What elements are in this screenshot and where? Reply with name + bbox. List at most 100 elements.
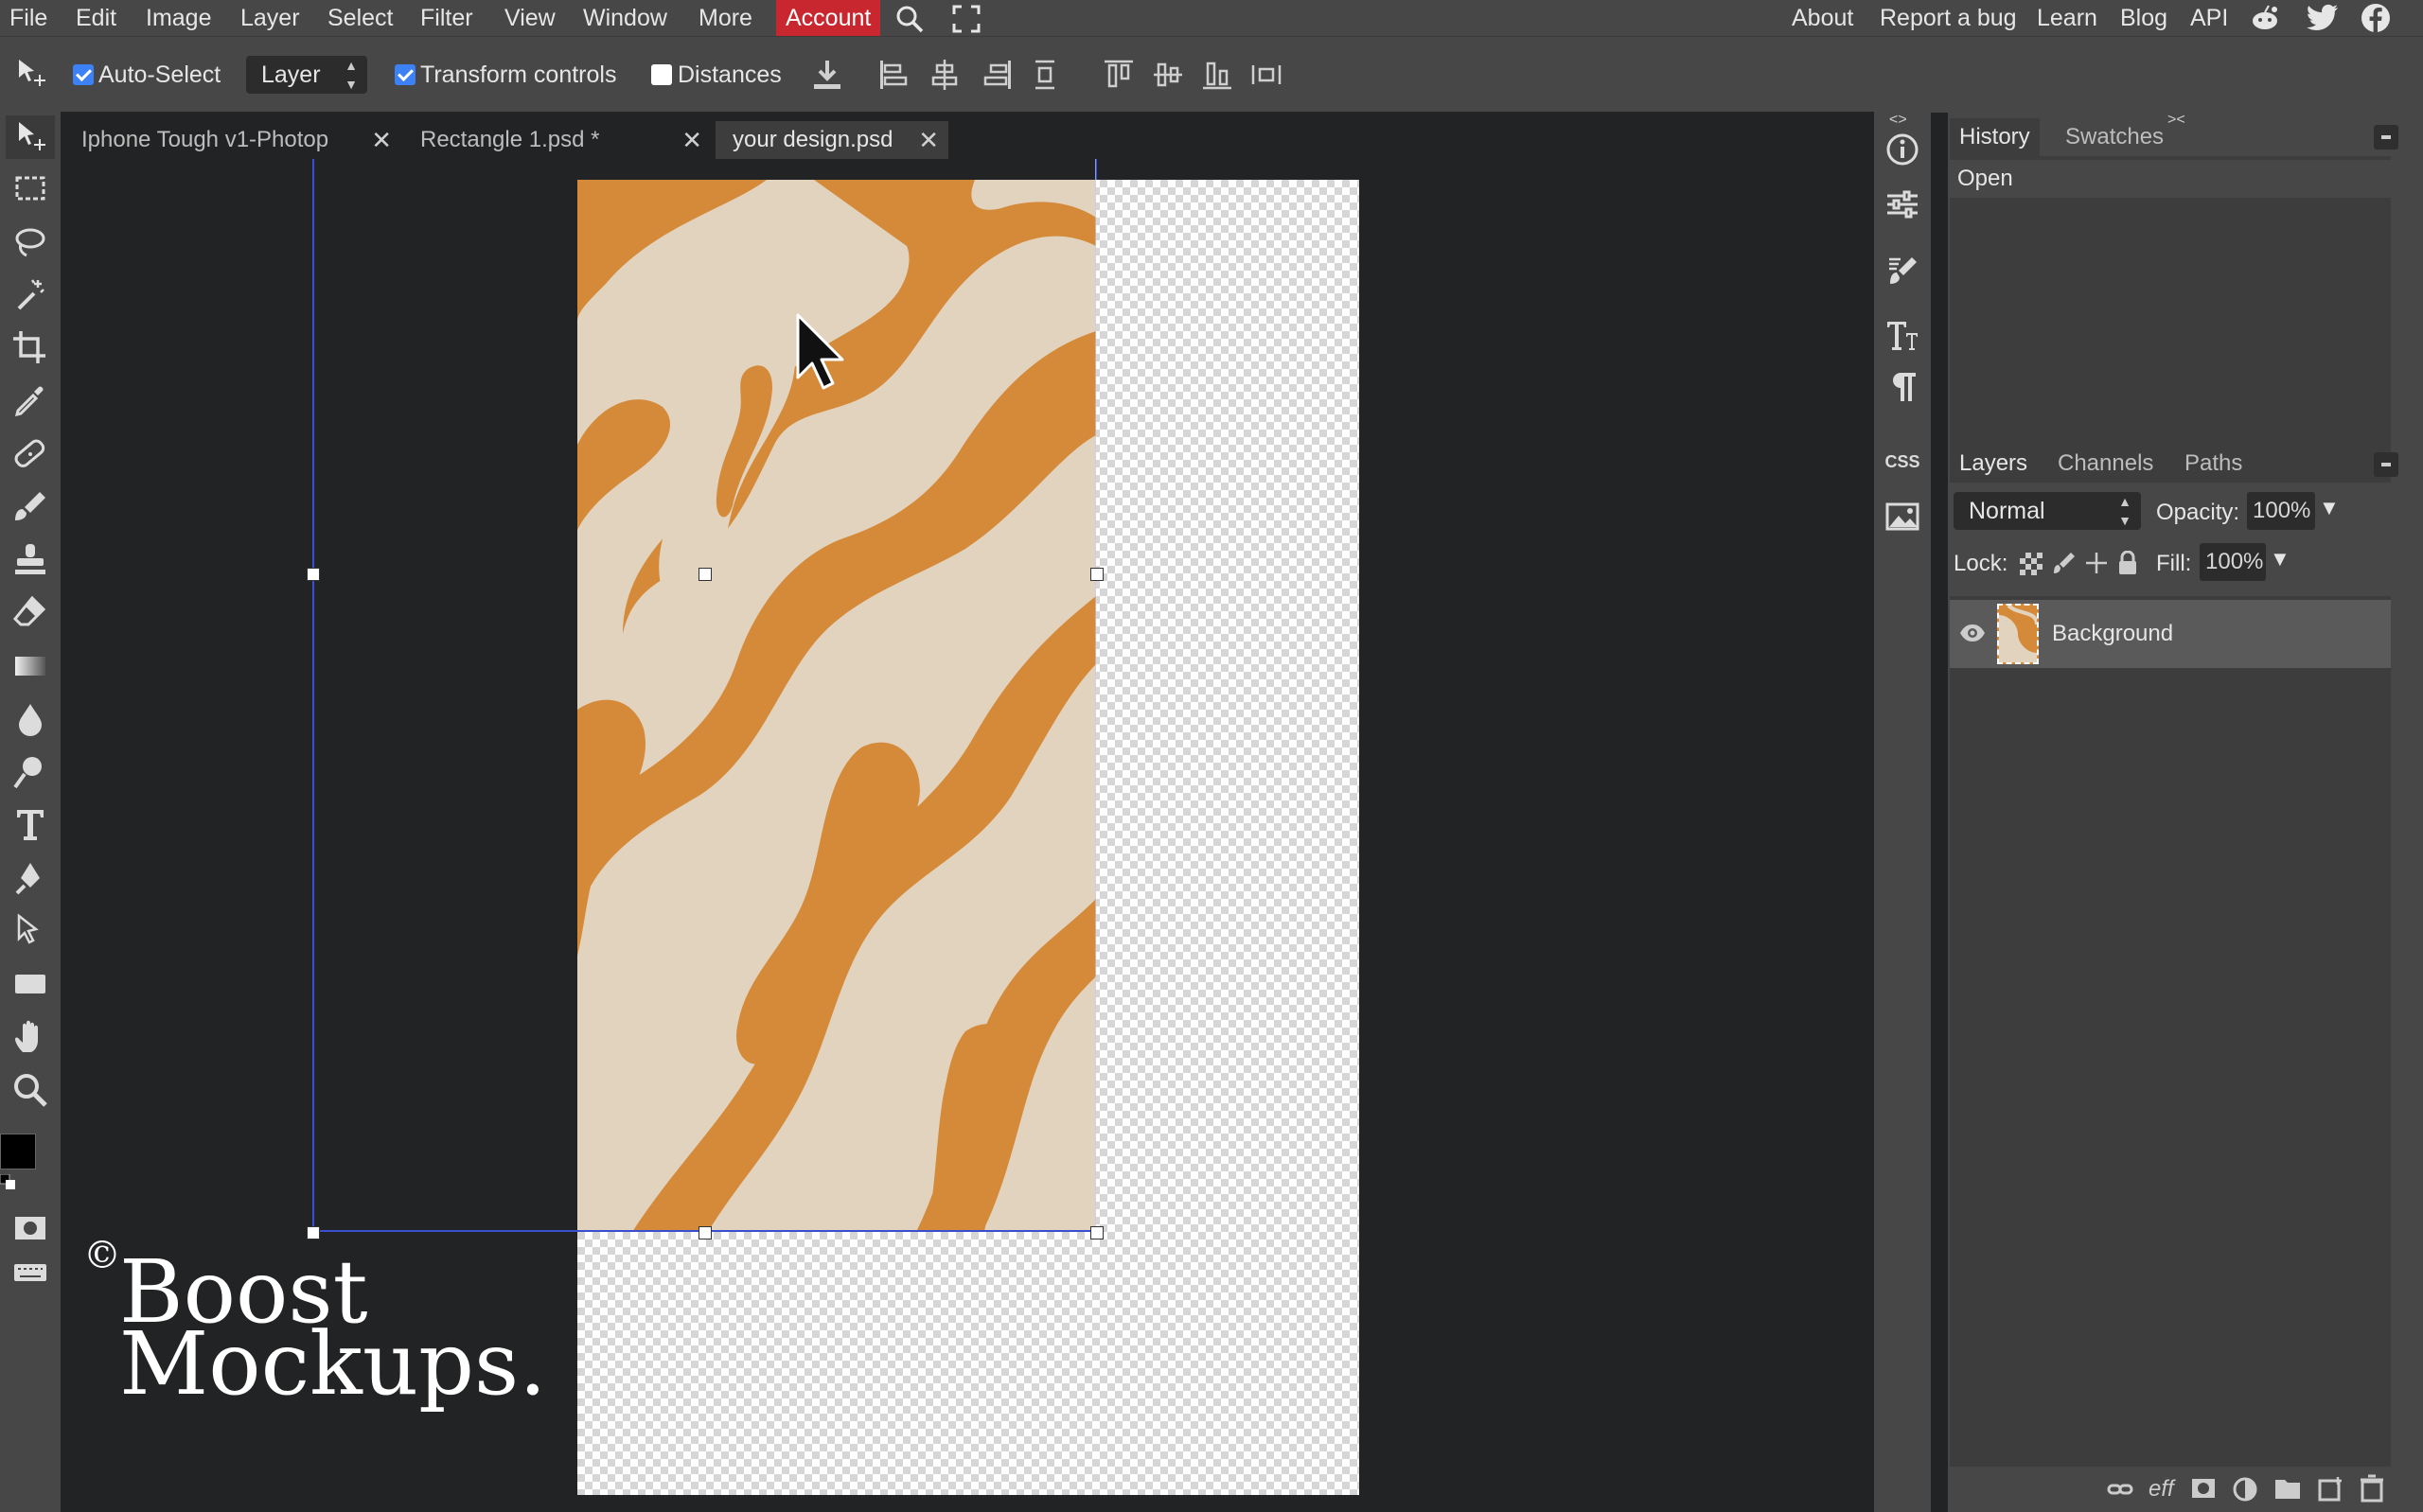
adjustment-icon[interactable] (2232, 1476, 2258, 1503)
blend-mode-select[interactable]: Normal ▲ ▼ (1954, 492, 2141, 530)
menu-api[interactable]: API (2183, 0, 2236, 36)
transform-handle-bottom-left[interactable] (307, 1226, 320, 1239)
layer-thumbnail[interactable] (1997, 604, 2039, 664)
fill-input[interactable]: 100% (2200, 543, 2266, 581)
reddit-icon[interactable] (2249, 4, 2281, 32)
menu-filter[interactable]: Filter (413, 0, 481, 36)
tab-history[interactable]: History (1950, 118, 2040, 156)
quick-mask-icon[interactable] (11, 1209, 49, 1247)
lock-all-icon[interactable] (2116, 550, 2139, 575)
menu-more[interactable]: More (691, 0, 760, 36)
path-select-tool-button[interactable] (11, 912, 49, 950)
tab-paths[interactable]: Paths (2175, 445, 2252, 483)
menu-window[interactable]: Window (575, 0, 675, 36)
fill-dropdown-icon[interactable]: ▼ (2270, 547, 2290, 571)
menu-edit[interactable]: Edit (68, 0, 124, 36)
lock-transparency-icon[interactable] (2020, 553, 2043, 575)
menu-file[interactable]: File (2, 0, 55, 36)
align-middle-v-icon[interactable] (1151, 58, 1185, 92)
menu-layer[interactable]: Layer (233, 0, 308, 36)
twitter-icon[interactable] (2306, 4, 2340, 32)
rectangle-tool-button[interactable] (11, 965, 49, 1003)
lasso-tool-button[interactable] (11, 223, 49, 261)
align-bottom-icon[interactable] (1200, 58, 1234, 92)
transform-handle-center[interactable] (699, 568, 712, 581)
paragraph-icon[interactable] (1885, 369, 1919, 403)
close-icon[interactable]: ✕ (918, 121, 939, 159)
layer-row-background[interactable]: Background (1950, 600, 2391, 668)
auto-select-checkbox[interactable] (73, 64, 94, 85)
dodge-tool-button[interactable] (11, 753, 49, 791)
tab-layers[interactable]: Layers (1950, 445, 2038, 483)
zoom-tool-button[interactable] (11, 1071, 49, 1109)
css-label[interactable]: CSS (1882, 452, 1923, 472)
transform-bounding-box[interactable] (312, 159, 1096, 1232)
keyboard-icon[interactable] (11, 1253, 49, 1291)
menu-blog[interactable]: Blog (2113, 0, 2175, 36)
new-layer-icon[interactable] (2317, 1476, 2343, 1503)
type-tool-button[interactable] (11, 806, 49, 844)
search-icon[interactable] (894, 4, 925, 34)
transform-controls-checkbox[interactable] (395, 64, 416, 85)
fullscreen-icon[interactable] (952, 5, 981, 33)
transform-handle-bottom-right[interactable] (1090, 1226, 1104, 1239)
menu-select[interactable]: Select (320, 0, 400, 36)
menu-image[interactable]: Image (138, 0, 219, 36)
blur-tool-button[interactable] (11, 700, 49, 738)
tab-your-design[interactable]: your design.psd ✕ (716, 121, 948, 159)
brush-tool-button[interactable] (11, 488, 49, 526)
image-icon[interactable] (1885, 500, 1919, 534)
adjustments-icon[interactable] (1885, 187, 1919, 221)
tab-rectangle-1[interactable]: Rectangle 1.psd * ✕ (403, 121, 712, 159)
layer-select[interactable]: Layer ▲ ▼ (246, 56, 367, 94)
crop-tool-button[interactable] (11, 329, 49, 367)
brush-settings-icon[interactable] (1885, 254, 1919, 288)
transform-handle-bottom-center[interactable] (699, 1226, 712, 1239)
pen-tool-button[interactable] (11, 859, 49, 897)
menu-report-bug[interactable]: Report a bug (1872, 0, 2025, 36)
eyedropper-tool-button[interactable] (11, 382, 49, 420)
align-left-icon[interactable] (876, 58, 911, 92)
menu-learn[interactable]: Learn (2029, 0, 2105, 36)
marquee-tool-button[interactable] (11, 170, 49, 208)
mask-icon[interactable] (2190, 1476, 2217, 1501)
move-tool-button[interactable] (6, 115, 55, 159)
align-center-h-icon[interactable] (928, 58, 962, 92)
distribute-h-icon[interactable] (1249, 58, 1283, 92)
clone-stamp-tool-button[interactable] (11, 541, 49, 579)
info-icon[interactable] (1885, 132, 1919, 167)
default-colors-icon[interactable] (0, 1171, 17, 1189)
menu-account[interactable]: Account (776, 0, 881, 36)
color-swatches[interactable] (0, 1134, 57, 1190)
lock-position-icon[interactable] (2084, 551, 2109, 575)
menu-view[interactable]: View (497, 0, 563, 36)
transform-handle-left[interactable] (307, 568, 320, 581)
tab-swatches[interactable]: Swatches (2056, 118, 2173, 156)
menu-about[interactable]: About (1784, 0, 1861, 36)
distances-checkbox[interactable] (651, 64, 672, 85)
delete-icon[interactable] (2359, 1474, 2387, 1503)
align-right-icon[interactable] (981, 58, 1015, 92)
collapse-arrows-icon[interactable]: <> (1889, 112, 1907, 129)
tab-iphone-tough[interactable]: Iphone Tough v1-Photop ✕ (64, 121, 401, 159)
align-top-icon[interactable] (1102, 58, 1136, 92)
transform-handle-right[interactable] (1090, 568, 1104, 581)
facebook-icon[interactable] (2361, 3, 2391, 33)
distribute-v-icon[interactable] (1028, 58, 1062, 92)
opacity-input[interactable]: 100% (2247, 492, 2315, 530)
eraser-tool-button[interactable] (11, 594, 49, 632)
download-icon[interactable] (810, 58, 844, 92)
layers-panel-menu-icon[interactable] (2374, 452, 2398, 477)
history-panel-menu-icon[interactable] (2374, 125, 2398, 149)
link-icon[interactable] (2107, 1478, 2133, 1501)
history-item[interactable]: Open (1950, 160, 2391, 198)
eye-icon[interactable] (1959, 623, 1986, 643)
lock-pixels-icon[interactable] (2052, 551, 2077, 575)
foreground-color-swatch[interactable] (0, 1134, 36, 1169)
effects-icon[interactable]: eff (2149, 1476, 2174, 1503)
tab-channels[interactable]: Channels (2048, 445, 2163, 483)
magic-wand-tool-button[interactable] (11, 276, 49, 314)
folder-icon[interactable] (2273, 1476, 2302, 1501)
close-icon[interactable]: ✕ (681, 121, 702, 159)
close-icon[interactable]: ✕ (371, 121, 392, 159)
